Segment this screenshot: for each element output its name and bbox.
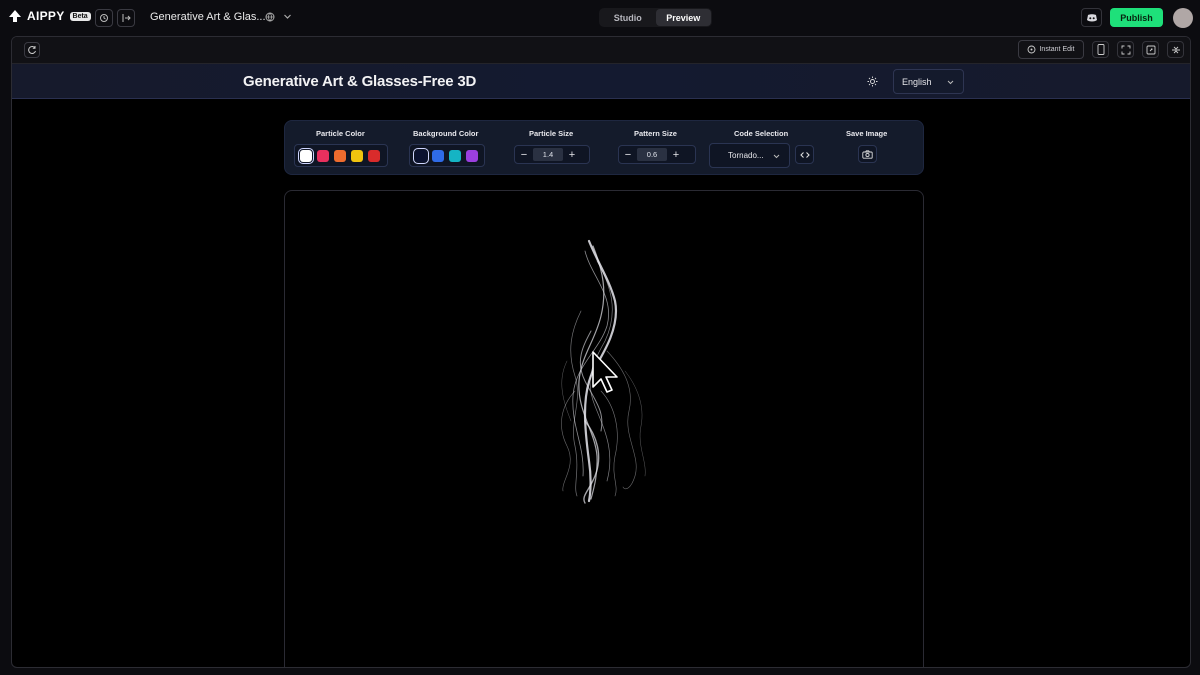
refresh-icon: [28, 46, 36, 55]
particle-tornado: [561, 239, 646, 504]
history-button[interactable]: [95, 9, 113, 27]
particle-color-swatch[interactable]: [368, 149, 380, 162]
avatar[interactable]: [1173, 8, 1193, 28]
fullscreen-icon: [1121, 45, 1130, 54]
code-icon: [799, 151, 810, 158]
chevron-down-icon: [773, 154, 780, 159]
page-title: Generative Art & Glasses-Free 3D: [243, 73, 477, 90]
tab-preview[interactable]: Preview: [655, 9, 711, 26]
tab-studio[interactable]: Studio: [600, 9, 656, 26]
pattern-size-stepper: − 0.6 +: [618, 145, 696, 164]
save-image-label: Save Image: [846, 129, 888, 138]
increase-button[interactable]: +: [667, 146, 685, 163]
mode-switch: Studio Preview: [599, 8, 712, 27]
sun-icon[interactable]: [867, 76, 878, 87]
language-select[interactable]: English: [893, 69, 964, 94]
code-selection-value: Tornado...: [728, 151, 764, 160]
background-color-swatch[interactable]: [432, 149, 444, 162]
particle-size-stepper: − 1.4 +: [514, 145, 590, 164]
save-image-button[interactable]: [858, 145, 877, 163]
decrease-button[interactable]: −: [619, 146, 637, 163]
control-panel: Particle Color Background Color Particle…: [284, 120, 924, 175]
brand-name: AIPPY: [27, 9, 65, 23]
pattern-size-label: Pattern Size: [634, 129, 677, 138]
resize-button[interactable]: [1142, 41, 1159, 58]
background-color-swatch[interactable]: [466, 149, 478, 162]
particle-size-value[interactable]: 1.4: [533, 148, 563, 161]
particle-color-swatch[interactable]: [334, 149, 346, 162]
particle-color-swatch[interactable]: [298, 147, 314, 164]
increase-button[interactable]: +: [563, 146, 581, 163]
background-color-swatch[interactable]: [413, 147, 429, 164]
site-header: Generative Art & Glasses-Free 3D English: [12, 64, 1190, 99]
instant-edit-button[interactable]: Instant Edit: [1018, 40, 1084, 59]
pattern-size-value[interactable]: 0.6: [637, 148, 667, 161]
beta-badge: Beta: [69, 11, 91, 21]
discord-icon: [1086, 13, 1097, 21]
discord-button[interactable]: [1081, 8, 1102, 27]
camera-icon: [862, 149, 873, 159]
publish-button[interactable]: Publish: [1110, 8, 1163, 27]
art-canvas[interactable]: [284, 190, 924, 667]
background-color-swatches: [409, 144, 485, 167]
code-selection-label: Code Selection: [734, 129, 789, 138]
globe-icon[interactable]: [265, 12, 275, 22]
frame-toolbar: Instant Edit: [12, 37, 1190, 64]
history-icon: [100, 14, 108, 22]
decrease-button[interactable]: −: [515, 146, 533, 163]
background-color-swatch[interactable]: [449, 149, 461, 162]
exit-icon: [122, 14, 131, 22]
exit-button[interactable]: [117, 9, 135, 27]
project-title[interactable]: Generative Art & Glas...: [150, 11, 266, 23]
chevron-down-icon[interactable]: [283, 12, 292, 21]
code-selection-dropdown[interactable]: Tornado...: [709, 143, 790, 168]
view-code-button[interactable]: [795, 145, 814, 164]
particle-color-label: Particle Color: [316, 129, 365, 138]
particle-color-swatch[interactable]: [351, 149, 363, 162]
split-view-button[interactable]: [1167, 41, 1184, 58]
chevron-down-icon: [947, 80, 954, 85]
phone-icon: [1097, 44, 1104, 55]
refresh-button[interactable]: [24, 42, 40, 58]
target-icon: [1028, 45, 1036, 54]
resize-icon: [1146, 45, 1155, 54]
top-bar: AIPPY Beta Generative Art & Glas... Stud…: [0, 0, 1200, 35]
mobile-view-button[interactable]: [1092, 41, 1109, 58]
language-value: English: [902, 76, 932, 87]
particle-color-swatches: [294, 144, 388, 167]
collapse-icon: [1171, 46, 1180, 53]
brand[interactable]: AIPPY Beta: [8, 9, 91, 23]
particle-color-swatch[interactable]: [317, 149, 329, 162]
instant-edit-label: Instant Edit: [1039, 46, 1075, 53]
aippy-logo-icon: [9, 10, 21, 22]
background-color-label: Background Color: [413, 129, 479, 138]
particle-size-label: Particle Size: [529, 129, 574, 138]
fullscreen-button[interactable]: [1117, 41, 1134, 58]
preview-frame: Instant Edit Generative Art & Glasses-Fr…: [11, 36, 1191, 668]
